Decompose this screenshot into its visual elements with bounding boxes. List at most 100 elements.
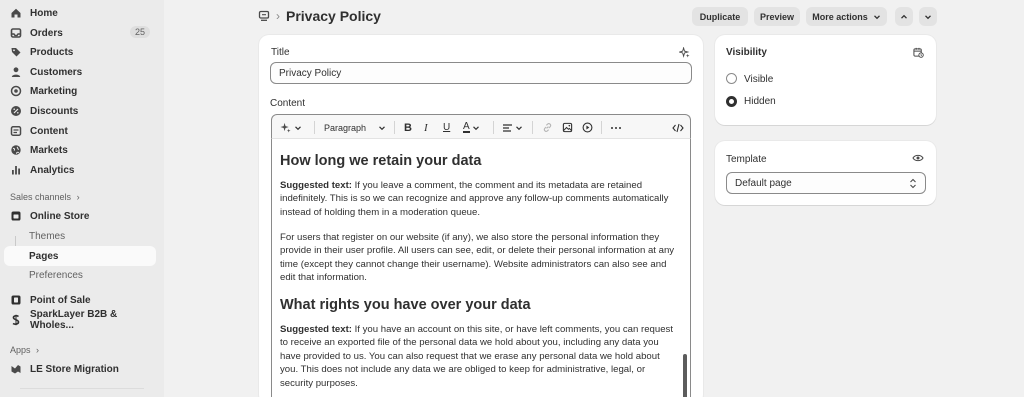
pages-icon[interactable] (258, 10, 270, 22)
nav-point-of-sale-label: Point of Sale (30, 294, 91, 306)
nav-themes[interactable]: Themes (4, 226, 156, 246)
discount-icon (10, 105, 22, 117)
editor-toolbar: Paragraph B I U A (271, 114, 691, 139)
bar-chart-icon (10, 164, 22, 176)
chevron-down-icon (378, 124, 386, 132)
title-input[interactable]: Privacy Policy (270, 62, 692, 84)
next-page-button[interactable] (919, 7, 937, 26)
sparkle-icon (280, 122, 291, 133)
nav-customers-label: Customers (30, 66, 83, 78)
nav-point-of-sale[interactable]: Point of Sale (4, 290, 156, 310)
insert-video-button[interactable] (582, 121, 593, 134)
nav-preferences[interactable]: Preferences (4, 265, 156, 285)
toolbar-divider (601, 121, 602, 134)
show-html-button[interactable] (672, 121, 684, 134)
preview-button[interactable]: Preview (754, 7, 800, 26)
code-icon (672, 123, 684, 133)
nav-le-store-migration-label: LE Store Migration (30, 363, 119, 375)
chevron-down-icon (294, 124, 302, 132)
content-icon (10, 125, 22, 137)
nav-themes-label: Themes (29, 230, 66, 242)
pos-icon (10, 294, 22, 306)
more-horizontal-icon (610, 123, 622, 133)
toolbar-divider (394, 121, 395, 134)
hidden-radio[interactable] (726, 96, 737, 107)
underline-button[interactable]: U (443, 121, 450, 134)
link-button[interactable] (542, 121, 553, 134)
nav-products[interactable]: Products (4, 42, 156, 62)
target-icon (10, 85, 22, 97)
sidebar: Home Orders 25 Products Customers Market… (0, 0, 164, 397)
nav-discounts-label: Discounts (30, 105, 79, 117)
italic-button[interactable]: I (424, 121, 428, 134)
paragraph-style-select[interactable]: Paragraph (324, 121, 386, 134)
person-icon (10, 66, 22, 78)
nav-markets[interactable]: Markets (4, 140, 156, 160)
play-circle-icon (582, 122, 593, 133)
calendar-clock-icon[interactable] (913, 47, 924, 58)
visibility-title: Visibility (726, 47, 767, 58)
nav-online-store-label: Online Store (30, 210, 90, 222)
template-select[interactable]: Default page (726, 172, 926, 194)
inbox-icon (10, 27, 22, 39)
chevron-right-icon: › (76, 192, 80, 202)
bold-button[interactable]: B (404, 121, 412, 134)
chevron-down-icon (515, 124, 523, 132)
nav-orders[interactable]: Orders 25 (4, 23, 156, 43)
nav-preferences-label: Preferences (29, 269, 83, 281)
align-button[interactable] (502, 121, 523, 134)
nav-sparklayer-label: SparkLayer B2B & Wholes... (30, 309, 118, 331)
chevron-down-icon (924, 13, 932, 21)
nav-pages[interactable]: Pages (4, 246, 156, 266)
nav-content[interactable]: Content (4, 121, 156, 141)
nav-analytics[interactable]: Analytics (4, 160, 156, 180)
nav-analytics-label: Analytics (30, 164, 75, 176)
nav-home[interactable]: Home (4, 3, 156, 23)
rich-text-editor[interactable]: How long we retain your data Suggested t… (271, 139, 691, 397)
more-actions-button[interactable]: More actions (806, 7, 887, 26)
image-icon (562, 122, 573, 133)
eye-icon[interactable] (912, 153, 924, 163)
hidden-option-label: Hidden (744, 96, 776, 107)
nav-marketing-label: Marketing (30, 85, 78, 97)
sales-channels-label[interactable]: Sales channels › (10, 192, 80, 202)
nav-customers[interactable]: Customers (4, 62, 156, 82)
visible-radio[interactable] (726, 73, 737, 84)
nav-sparklayer[interactable]: SparkLayer B2B & Wholes... (4, 309, 156, 331)
ai-assist-menu[interactable] (280, 121, 302, 134)
suggested-text-label: Suggested text: (280, 324, 352, 335)
text-color-icon: A (463, 121, 470, 133)
toolbar-divider (532, 121, 533, 134)
page-header: › Privacy Policy (258, 6, 381, 26)
suggested-text-label: Suggested text: (280, 180, 352, 191)
insert-image-button[interactable] (562, 121, 573, 134)
nav-discounts[interactable]: Discounts (4, 101, 156, 121)
underline-icon: U (443, 122, 451, 133)
select-arrows-icon (909, 178, 917, 189)
chevron-right-icon: › (36, 345, 40, 355)
nav-markets-label: Markets (30, 144, 68, 156)
sparkle-icon[interactable] (679, 47, 690, 58)
toolbar-divider (493, 121, 494, 134)
bold-icon: B (404, 121, 412, 134)
home-icon (10, 7, 22, 19)
more-formatting-button[interactable] (610, 121, 622, 134)
heading-retain-data: How long we retain your data (280, 153, 482, 169)
paragraph-retain-comments: Suggested text: If you leave a comment, … (280, 179, 680, 219)
nav-pages-label: Pages (29, 250, 59, 262)
sidebar-divider (20, 388, 144, 389)
chevron-down-icon (472, 124, 480, 132)
content-label: Content (270, 98, 306, 109)
heading-data-rights: What rights you have over your data (280, 297, 531, 313)
nav-le-store-migration[interactable]: LE Store Migration (4, 359, 156, 379)
editor-scrollbar[interactable] (683, 354, 687, 397)
duplicate-button[interactable]: Duplicate (692, 7, 748, 26)
sparklayer-icon (10, 314, 22, 326)
text-color-button[interactable]: A (463, 121, 480, 134)
paragraph-data-rights: Suggested text: If you have an account o… (280, 323, 680, 390)
nav-marketing[interactable]: Marketing (4, 81, 156, 101)
nav-online-store[interactable]: Online Store (4, 206, 156, 226)
visible-option-label: Visible (744, 74, 774, 85)
previous-page-button[interactable] (895, 7, 913, 26)
apps-label[interactable]: Apps › (10, 345, 39, 355)
